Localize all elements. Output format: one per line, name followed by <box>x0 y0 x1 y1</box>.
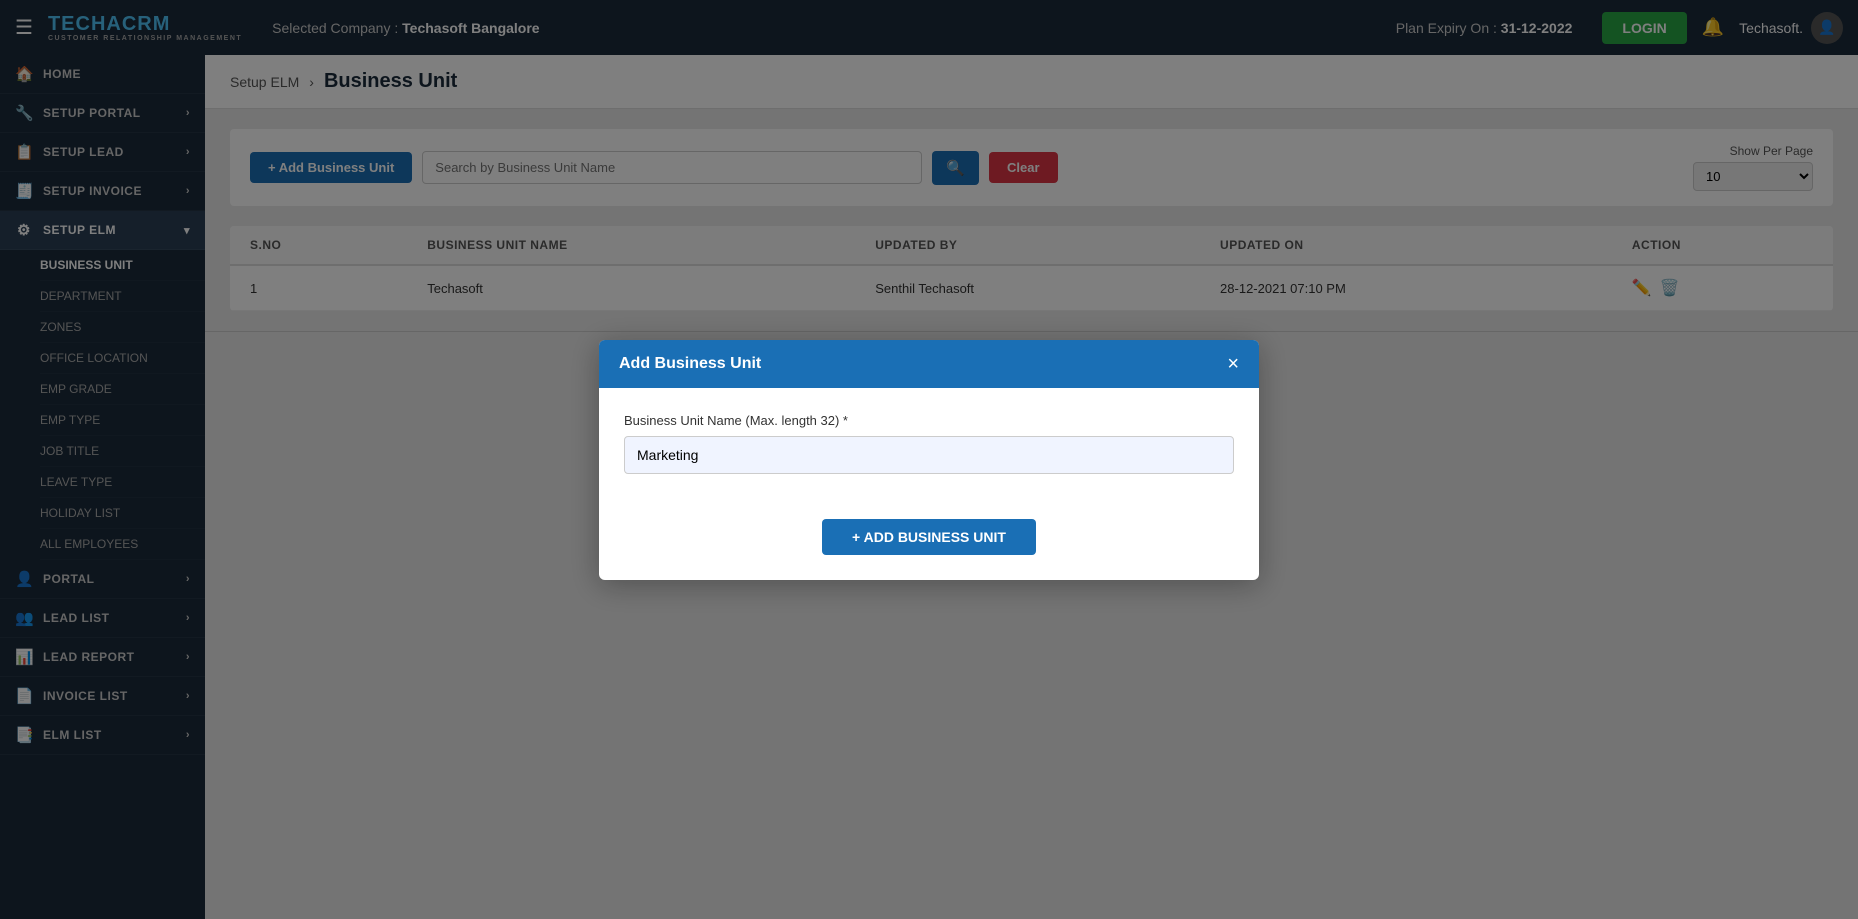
modal-body: Business Unit Name (Max. length 32) * <box>599 388 1259 499</box>
modal-overlay: Add Business Unit × Business Unit Name (… <box>0 0 1858 919</box>
modal-close-button[interactable]: × <box>1227 354 1239 374</box>
form-field-label: Business Unit Name (Max. length 32) * <box>624 413 1234 428</box>
business-unit-name-input[interactable] <box>624 436 1234 474</box>
modal-submit-button[interactable]: + ADD BUSINESS UNIT <box>822 519 1036 555</box>
modal-footer: + ADD BUSINESS UNIT <box>599 499 1259 580</box>
add-business-unit-modal: Add Business Unit × Business Unit Name (… <box>599 340 1259 580</box>
modal-title: Add Business Unit <box>619 355 761 373</box>
modal-header: Add Business Unit × <box>599 340 1259 388</box>
